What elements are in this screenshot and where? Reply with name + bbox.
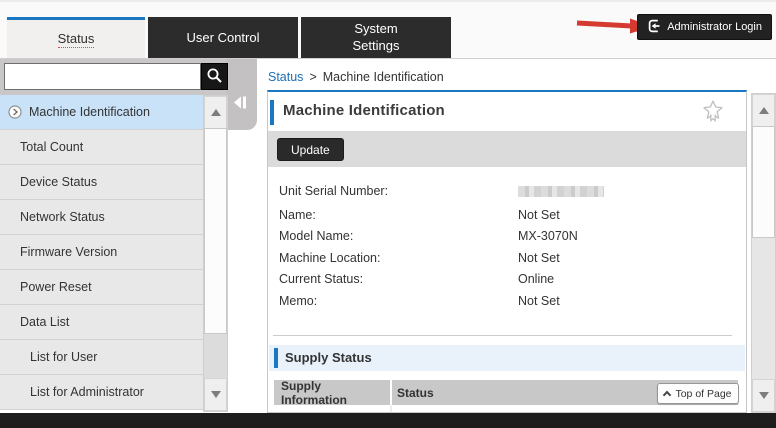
search-icon	[206, 67, 223, 87]
breadcrumb-status-link[interactable]: Status	[268, 70, 303, 84]
top-of-page-button[interactable]: Top of Page	[657, 383, 739, 404]
tab-system-settings[interactable]: System Settings	[301, 17, 451, 58]
sidebar-item-label: Device Status	[20, 175, 97, 189]
triangle-up-icon	[759, 107, 769, 114]
sidebar-item-label: Data List	[20, 315, 69, 329]
supply-level-cell	[499, 405, 738, 413]
field-value: Online	[518, 269, 554, 291]
sidebar-item-machine-identification[interactable]: Machine Identification	[0, 95, 203, 130]
sidebar-item-list-for-user[interactable]: List for User	[0, 340, 203, 375]
breadcrumb-current: Machine Identification	[323, 70, 444, 84]
supply-accent-bar	[274, 348, 278, 368]
page-title: Machine Identification	[283, 102, 445, 119]
field-label: Model Name:	[279, 226, 518, 248]
breadcrumb: Status > Machine Identification	[268, 70, 444, 84]
panel-toolbar: Update	[268, 131, 746, 167]
field-label: Current Status:	[279, 269, 518, 291]
machine-identification-panel: Machine Identification Update Unit Seria…	[267, 90, 747, 413]
triangle-up-icon	[211, 109, 221, 116]
field-value	[518, 181, 604, 205]
field-label: Memo:	[279, 291, 518, 313]
field-row: Memo: Not Set	[279, 291, 604, 313]
sidebar-item-label: Firmware Version	[20, 245, 117, 259]
sidebar-scroll-down-button[interactable]	[204, 378, 227, 411]
top-of-page-label: Top of Page	[675, 388, 731, 400]
field-row: Name: Not Set	[279, 205, 604, 227]
tab-user-control[interactable]: User Control	[148, 17, 298, 58]
field-label: Unit Serial Number:	[279, 181, 518, 205]
field-value: Not Set	[518, 205, 560, 227]
supply-status-title: Supply Status	[285, 350, 372, 365]
bottom-bar	[0, 413, 776, 428]
sidebar-item-label: Power Reset	[20, 280, 92, 294]
content-scrollbar[interactable]	[751, 93, 776, 413]
supply-status-header: Supply Status	[269, 345, 745, 371]
field-row: Current Status: Online	[279, 269, 604, 291]
field-label: Machine Location:	[279, 248, 518, 270]
tab-system-settings-label: System Settings	[344, 21, 408, 55]
sidebar-item-label: Network Status	[20, 210, 105, 224]
triangle-down-icon	[211, 391, 221, 398]
sidebar-collapse-handle[interactable]	[226, 59, 257, 130]
sidebar-scroll-up-button[interactable]	[204, 96, 227, 129]
search-input[interactable]	[4, 63, 201, 90]
chevron-up-icon	[663, 391, 671, 399]
sidebar-item-device-status[interactable]: Device Status	[0, 165, 203, 200]
machine-fields: Unit Serial Number: Name: Not Set Model …	[279, 181, 604, 312]
administrator-login-label: Administrator Login	[667, 21, 762, 33]
top-bar: Status User Control System Settings Admi…	[0, 0, 776, 59]
sidebar-item-total-count[interactable]: Total Count	[0, 130, 203, 165]
field-row: Model Name: MX-3070N	[279, 226, 604, 248]
tab-user-control-label: User Control	[187, 30, 260, 45]
sidebar-scrollbar[interactable]	[203, 95, 228, 412]
sidebar-item-label: List for User	[30, 350, 97, 364]
table-row-black-toner: Black Toner Over 75%	[274, 405, 738, 413]
supply-name-cell: Black Toner	[274, 405, 392, 413]
update-button[interactable]: Update	[277, 138, 344, 161]
field-label: Name:	[279, 205, 518, 227]
field-value: Not Set	[518, 291, 560, 313]
content-scroll-up-button[interactable]	[752, 94, 775, 127]
login-arrow-icon	[647, 19, 661, 36]
sidebar-item-list-for-administrator[interactable]: List for Administrator	[0, 375, 203, 410]
star-bookmark-icon[interactable]	[700, 98, 726, 129]
content-scroll-down-button[interactable]	[752, 379, 775, 412]
triangle-down-icon	[759, 392, 769, 399]
chevron-right-circle-icon	[8, 105, 22, 119]
sidebar-item-label: List for Administrator	[30, 385, 144, 399]
field-row: Unit Serial Number:	[279, 181, 604, 205]
sidebar-menu: Machine Identification Total Count Devic…	[0, 95, 203, 410]
field-row: Machine Location: Not Set	[279, 248, 604, 270]
sidebar-item-network-status[interactable]: Network Status	[0, 200, 203, 235]
redacted-serial-number	[518, 186, 604, 197]
section-divider	[273, 335, 732, 336]
field-value: MX-3070N	[518, 226, 578, 248]
search-button[interactable]	[201, 63, 228, 90]
sidebar-scrollbar-thumb[interactable]	[204, 128, 227, 334]
sidebar-item-label: Machine Identification	[29, 105, 150, 119]
content-scrollbar-thumb[interactable]	[752, 126, 775, 238]
tab-status-label: Status	[58, 31, 95, 48]
breadcrumb-separator: >	[309, 70, 316, 84]
field-value: Not Set	[518, 248, 560, 270]
sidebar-item-data-list[interactable]: Data List	[0, 305, 203, 340]
title-accent-bar	[270, 100, 274, 125]
tab-status[interactable]: Status	[7, 17, 145, 58]
column-header-supply-information: Supply Information	[274, 380, 392, 405]
sidebar-item-label: Total Count	[20, 140, 83, 154]
column-header-status: Status	[392, 386, 434, 400]
sidebar-item-firmware-version[interactable]: Firmware Version	[0, 235, 203, 270]
sidebar-item-power-reset[interactable]: Power Reset	[0, 270, 203, 305]
administrator-login-button[interactable]: Administrator Login	[637, 14, 772, 40]
